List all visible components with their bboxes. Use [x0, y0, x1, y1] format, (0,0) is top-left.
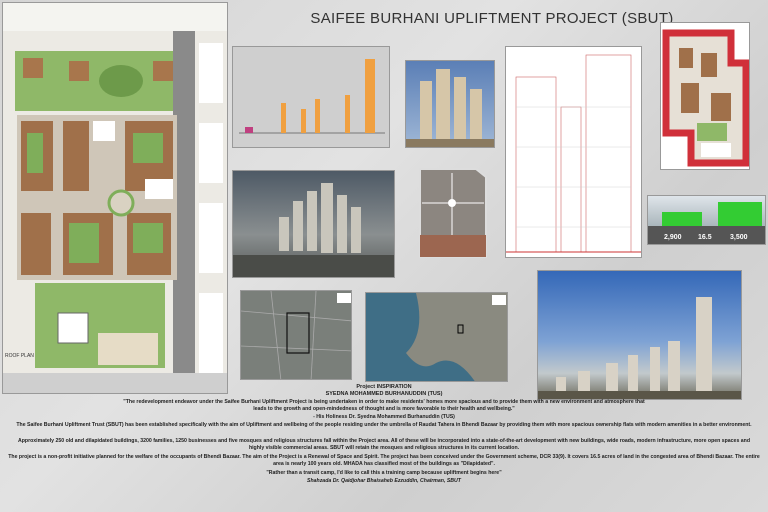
heading-inspiration: Project INSPIRATION: [356, 384, 412, 390]
city-satellite-map-image: [365, 292, 508, 382]
stat-value: 3,500: [730, 234, 748, 241]
master-plan-image: ROOF PLAN: [2, 2, 228, 394]
towers-render-image: [405, 60, 495, 148]
skyline-render-image: [537, 270, 742, 400]
paragraph-trust: The Saifee Burhani Upliftment Trust (SBU…: [16, 422, 752, 428]
stat-value: 16.5: [698, 234, 712, 241]
plan-label: ROOF PLAN: [5, 353, 34, 359]
red-site-plan-image: [660, 22, 750, 170]
aerial-render-image: [232, 170, 395, 278]
quote-syedna: "The redevelopment endeavor under the Sa…: [123, 399, 645, 412]
quote-chairman: "Rather than a transit camp, I'd like to…: [266, 470, 502, 476]
street-map-image: [240, 290, 352, 380]
quote-attribution: - His Holiness Dr. Syedna Mohammed Burha…: [313, 414, 455, 420]
paragraph-project: The project is a non-profit initiative p…: [8, 454, 760, 467]
site-photo-with-stats: 2,900 16.5 3,500: [647, 195, 766, 245]
paragraph-buildings: Approximately 250 old and dilapidated bu…: [18, 438, 750, 451]
chairman-attribution: Shahzada Dr. Qaidjohar Bhaisaheb Ezzuddi…: [307, 478, 461, 484]
stat-value: 2,900: [664, 234, 682, 241]
elevation-diagram-image: [232, 46, 390, 148]
building-section-drawing: [505, 46, 642, 258]
site-zoning-plan-image: [416, 165, 490, 262]
heading-syedna: SYEDNA MOHAMMED BURHANUDDIN (TUS): [325, 391, 443, 397]
